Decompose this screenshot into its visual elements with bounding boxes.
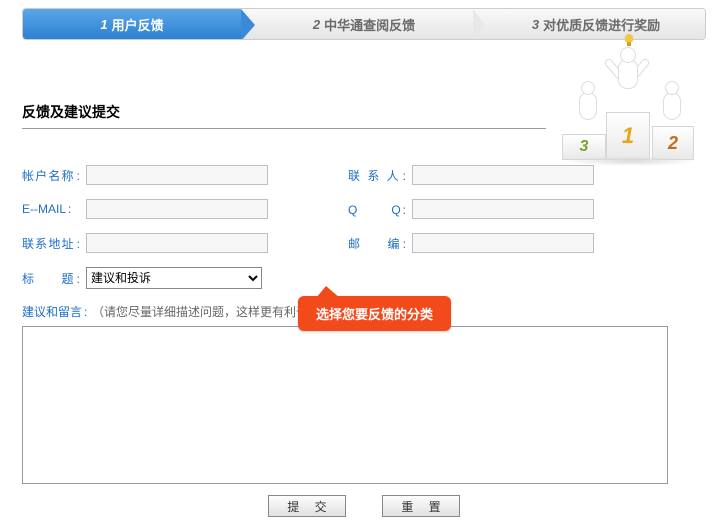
account-input[interactable] [86, 165, 268, 185]
page-title: 反馈及建议提交 [22, 102, 706, 126]
step-reward: 3 对优质反馈进行奖励 [473, 9, 705, 39]
postcode-label: 邮 编 [348, 235, 412, 252]
podium-illustration: 3 1 2 [554, 40, 704, 160]
contact-label: 联 系 人 [348, 167, 412, 184]
podium-shadow [564, 156, 698, 166]
reset-button[interactable]: 重 置 [382, 495, 460, 517]
postcode-input[interactable] [412, 233, 594, 253]
category-tooltip: 选择您要反馈的分类 [298, 296, 451, 331]
address-input[interactable] [86, 233, 268, 253]
step-user-feedback: 1 用户反馈 [23, 9, 241, 39]
account-label: 帐户名称 [22, 167, 86, 184]
heading-rule [22, 128, 546, 129]
qq-label: Q Q [348, 201, 412, 218]
winner-figure [609, 40, 645, 100]
message-label: 建议和留言 [22, 303, 86, 320]
step-number: 1 [100, 17, 107, 32]
message-textarea[interactable] [22, 326, 668, 484]
email-label: E--MAIL [22, 202, 86, 216]
step-label: 中华通查阅反馈 [324, 15, 415, 34]
email-input[interactable] [86, 199, 268, 219]
step-label: 对优质反馈进行奖励 [543, 15, 660, 34]
progress-stepper: 1 用户反馈 2 中华通查阅反馈 3 对优质反馈进行奖励 [22, 8, 706, 40]
step-number: 2 [313, 17, 320, 32]
feedback-form: 帐户名称 联 系 人 E--MAIL Q Q 联系地址 [22, 165, 706, 517]
qq-input[interactable] [412, 199, 594, 219]
submit-button[interactable]: 提 交 [268, 495, 346, 517]
address-label: 联系地址 [22, 235, 86, 252]
podium-block-2: 2 [652, 126, 694, 160]
title-select[interactable]: 建议和投诉 [86, 267, 262, 289]
title-label: 标 题 [22, 270, 86, 287]
step-label: 用户反馈 [112, 15, 164, 34]
contact-input[interactable] [412, 165, 594, 185]
step-number: 3 [532, 17, 539, 32]
step-review-feedback: 2 中华通查阅反馈 [241, 9, 473, 39]
